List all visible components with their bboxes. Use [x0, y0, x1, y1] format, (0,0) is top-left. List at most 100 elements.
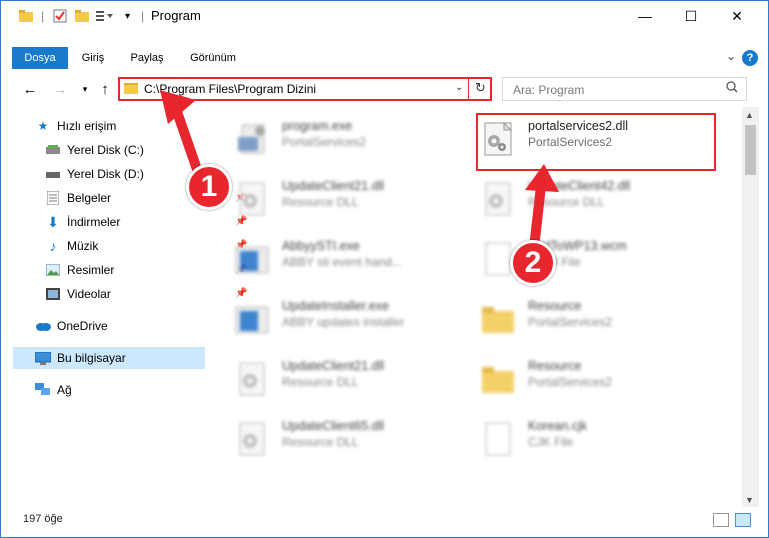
sidebar-item-pictures[interactable]: Resimler 📌 — [45, 259, 247, 281]
file-item[interactable]: UpdateClient65.dll Resource DLL — [234, 415, 474, 471]
drive-icon — [45, 142, 61, 158]
tab-view[interactable]: Görünüm — [183, 47, 243, 69]
navigation-pane: ★ Hızlı erişim Yerel Disk (C:) Yerel Dis… — [1, 107, 248, 507]
address-path[interactable]: C:\Program Files\Program Dizini — [144, 82, 316, 96]
help-icon[interactable]: ? — [742, 50, 758, 66]
scroll-up-icon[interactable]: ▲ — [745, 110, 754, 120]
new-folder-icon[interactable] — [75, 8, 89, 24]
back-arrow-icon[interactable]: ← — [20, 79, 40, 99]
file-name: Resource — [528, 299, 582, 313]
file-name: UpdateClient21.dll — [282, 179, 385, 193]
file-name: UpdateInstaller.exe — [282, 299, 390, 313]
up-arrow-icon[interactable]: ↑ — [95, 79, 115, 99]
forward-arrow-icon[interactable]: → — [50, 79, 70, 99]
refresh-icon[interactable]: ↻ — [475, 80, 486, 96]
exe-icon — [234, 301, 270, 337]
music-icon: ♪ — [49, 238, 57, 254]
search-placeholder: Ara: Program — [513, 83, 585, 97]
file-description: PortalServices2 — [282, 135, 367, 149]
sidebar-item-label: Belgeler — [67, 191, 112, 205]
properties-icon[interactable] — [53, 8, 67, 24]
file-icon — [480, 421, 516, 457]
file-description: Resource DLL — [282, 195, 359, 209]
sidebar-item-network[interactable]: Ağ — [35, 379, 72, 401]
sidebar-item-label: Yerel Disk (D:) — [67, 167, 144, 181]
file-item[interactable]: Resource PortalServices2 — [480, 295, 720, 351]
separator — [468, 79, 469, 99]
navigation-bar: ← → ▾ ↑ C:\Program Files\Program Dizini … — [1, 75, 768, 103]
sidebar-item-documents[interactable]: Belgeler 📌 — [45, 187, 247, 209]
file-item[interactable]: Resource PortalServices2 — [480, 355, 720, 411]
file-description: ABBY sti event hand... — [282, 255, 402, 269]
sidebar-item-downloads[interactable]: ⬇ İndirmeler 📌 — [45, 211, 247, 233]
file-description: CJK File — [528, 435, 574, 449]
sidebar-item-quick-access[interactable]: ★ Hızlı erişim — [35, 115, 117, 137]
chevron-down-icon[interactable]: ▾ — [125, 8, 130, 24]
title-bar: | ▾ | Program — ☐ ✕ — [1, 1, 768, 31]
sidebar-item-music[interactable]: ♪ Müzik 📌 — [45, 235, 248, 257]
file-item[interactable]: program.exe PortalServices2 — [234, 115, 474, 171]
dll-gear-icon — [234, 361, 270, 397]
file-name: Resource — [528, 359, 582, 373]
customize-icon[interactable] — [96, 8, 114, 24]
file-item[interactable]: AbbyySTI.exe ABBY sti event hand... — [234, 235, 474, 291]
address-bar[interactable]: C:\Program Files\Program Dizini ⌄ ↻ — [118, 77, 492, 101]
sidebar-item-disk-d[interactable]: Yerel Disk (D:) — [45, 163, 144, 185]
search-icon[interactable] — [726, 81, 738, 96]
sidebar-item-onedrive[interactable]: OneDrive — [35, 315, 108, 337]
vertical-scrollbar[interactable]: ▲ ▼ — [742, 107, 759, 507]
file-description: ABBY updates installer — [282, 315, 405, 329]
pictures-icon — [45, 262, 61, 278]
sidebar-item-label: İndirmeler — [67, 215, 121, 229]
tab-home[interactable]: Giriş — [75, 47, 111, 69]
sidebar-item-label: Resimler — [67, 263, 115, 277]
file-item[interactable]: Korean.cjk CJK File — [480, 415, 720, 471]
tiles-view-icon[interactable] — [735, 513, 751, 527]
search-input[interactable]: Ara: Program — [502, 77, 747, 101]
sidebar-item-label: Yerel Disk (C:) — [67, 143, 144, 157]
sidebar-item-label: Hızlı erişim — [57, 119, 117, 133]
file-description: Resource DLL — [282, 375, 359, 389]
sidebar-item-label: Ağ — [57, 383, 72, 397]
target-file-highlight — [476, 113, 716, 171]
cloud-icon — [35, 318, 51, 334]
close-button[interactable]: ✕ — [714, 1, 760, 31]
separator: | — [41, 9, 45, 23]
dll-gear-icon — [234, 421, 270, 457]
chevron-down-icon[interactable]: ⌄ — [455, 82, 463, 93]
documents-icon — [45, 190, 61, 206]
sidebar-item-videos[interactable]: Videolar 📌 — [45, 283, 247, 305]
sidebar-item-label: OneDrive — [57, 319, 108, 333]
maximize-button[interactable]: ☐ — [668, 1, 714, 31]
status-bar: 197 öğe — [1, 509, 768, 531]
file-item[interactable]: UpdateInstaller.exe ABBY updates install… — [234, 295, 474, 351]
file-item[interactable]: UpdateClient21.dll Resource DLL — [234, 175, 474, 231]
tab-file[interactable]: Dosya — [12, 47, 68, 69]
dll-gear-icon — [480, 181, 516, 217]
file-name: UpdateClient65.dll — [282, 419, 385, 433]
file-name: program.exe — [282, 119, 353, 133]
setup-icon — [234, 121, 270, 157]
details-view-icon[interactable] — [713, 513, 729, 527]
scroll-down-icon[interactable]: ▼ — [745, 495, 754, 505]
file-name: AbbyySTI.exe — [282, 239, 360, 253]
sidebar-item-disk-c[interactable]: Yerel Disk (C:) — [45, 139, 144, 161]
file-item[interactable]: UpdateClient42.dll Resource DLL — [480, 175, 720, 231]
download-icon: ⬇ — [47, 214, 59, 230]
step-1-badge: 1 — [186, 164, 232, 210]
tab-share[interactable]: Paylaş — [124, 47, 170, 69]
scroll-thumb[interactable] — [745, 125, 756, 175]
exe-icon — [234, 241, 270, 277]
explorer-window: | ▾ | Program — ☐ ✕ Dosya Giriş Paylaş G… — [0, 0, 769, 538]
minimize-button[interactable]: — — [622, 1, 668, 31]
expand-ribbon-icon[interactable]: ⌄ — [726, 49, 736, 63]
recent-locations-icon[interactable]: ▾ — [75, 79, 95, 99]
separator: | — [141, 9, 145, 23]
file-name: Korean.cjk — [528, 419, 588, 433]
sidebar-item-label: Videolar — [67, 287, 111, 301]
folder-icon[interactable] — [19, 8, 33, 24]
sidebar-item-this-pc[interactable]: Bu bilgisayar — [13, 347, 205, 369]
file-description: Resource DLL — [528, 195, 605, 209]
file-item[interactable]: UpdateClient21.dll Resource DLL — [234, 355, 474, 411]
network-icon — [35, 382, 51, 398]
